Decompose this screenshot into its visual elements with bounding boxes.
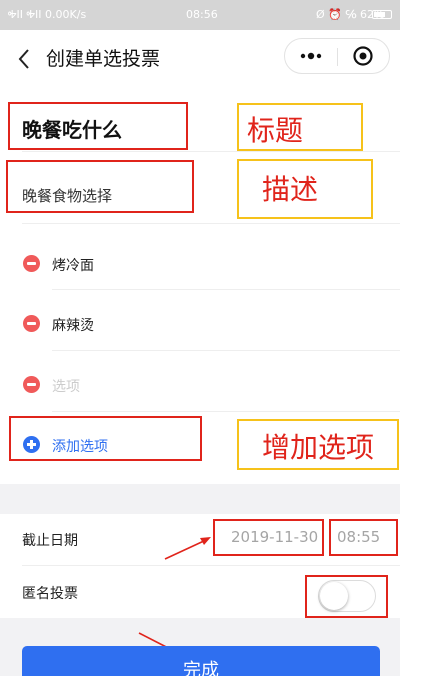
add-option-annotation-box bbox=[9, 416, 202, 461]
remove-option-icon[interactable] bbox=[23, 255, 40, 272]
divider bbox=[52, 411, 400, 412]
divider bbox=[22, 151, 400, 152]
divider bbox=[22, 565, 400, 566]
page-title: 创建单选投票 bbox=[46, 48, 161, 70]
deadline-label: 截止日期 bbox=[22, 533, 78, 549]
section-separator bbox=[0, 484, 400, 514]
status-bar: ᎭII ᎭII 0.00K/s 08:56 Ø ⏰ ℅ 62% bbox=[0, 0, 400, 30]
capsule-menu bbox=[284, 38, 390, 74]
title-note: 标题 bbox=[247, 114, 304, 147]
remove-option-icon[interactable] bbox=[23, 376, 40, 393]
option-input[interactable]: 麻辣烫 bbox=[52, 315, 94, 335]
status-time: 08:56 bbox=[186, 8, 218, 21]
back-icon[interactable] bbox=[16, 47, 34, 71]
option-row: 烤冷面 bbox=[0, 247, 400, 281]
divider bbox=[52, 350, 400, 351]
add-option-note: 增加选项 bbox=[262, 431, 375, 464]
more-dots-icon[interactable] bbox=[285, 39, 337, 73]
divider bbox=[22, 223, 400, 224]
option-input[interactable]: 烤冷面 bbox=[52, 255, 94, 275]
option-row: 麻辣烫 bbox=[0, 309, 400, 343]
submit-button[interactable]: 完成 bbox=[22, 646, 380, 676]
remove-option-icon[interactable] bbox=[23, 315, 40, 332]
anonymous-label: 匿名投票 bbox=[22, 586, 78, 602]
target-circle-icon[interactable] bbox=[338, 39, 390, 73]
description-note: 描述 bbox=[262, 173, 319, 206]
divider bbox=[52, 289, 400, 290]
deadline-time-picker[interactable]: 08:55 bbox=[337, 528, 380, 546]
battery-icon bbox=[372, 10, 392, 19]
option-row: 选项 bbox=[0, 370, 400, 404]
new-option-input[interactable]: 选项 bbox=[52, 376, 80, 396]
anonymous-toggle[interactable] bbox=[318, 580, 376, 612]
arrow-annotation-icon bbox=[164, 537, 211, 560]
signal-indicator: ᎭII ᎭII 0.00K/s bbox=[8, 8, 87, 21]
description-annotation-box bbox=[6, 160, 194, 213]
deadline-date-picker[interactable]: 2019-11-30 bbox=[231, 528, 318, 546]
title-annotation-box bbox=[8, 102, 188, 150]
